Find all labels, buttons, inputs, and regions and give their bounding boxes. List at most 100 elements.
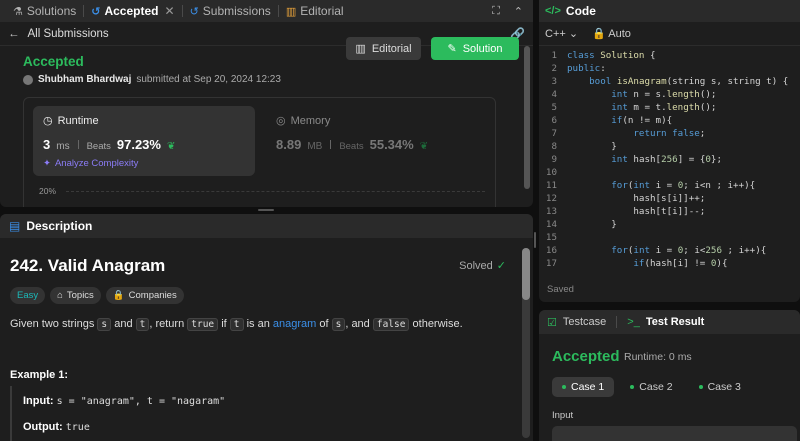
line-number: 2	[551, 63, 557, 74]
code-line[interactable]: 16 for(int i = 0; i< 256 ; i++){	[539, 245, 800, 258]
code-header[interactable]: </> Code	[539, 0, 800, 22]
book-icon: ▥	[285, 5, 297, 18]
example-output-label: Output:	[23, 421, 63, 433]
code-token: int	[633, 180, 656, 191]
document-icon: ▤	[9, 219, 21, 233]
code-token: for	[611, 180, 628, 191]
code-line[interactable]: 1 class Solution {	[539, 50, 800, 63]
statement-text: and	[111, 318, 136, 330]
code-line[interactable]: 13 hash[t[i]]--;	[539, 206, 800, 219]
submission-scrollbar[interactable]	[524, 46, 530, 189]
input-value-box[interactable]	[552, 426, 797, 441]
statement-text: if	[218, 318, 230, 330]
horizontal-resize-handle[interactable]	[258, 209, 274, 211]
memory-value: 8.89	[276, 137, 302, 152]
submitter-name[interactable]: Shubham Bhardwaj	[38, 74, 131, 85]
anagram-link[interactable]: anagram	[273, 318, 316, 330]
inline-code: t	[229, 318, 244, 331]
inline-code: t	[135, 318, 150, 331]
editorial-button[interactable]: ▥ Editorial	[346, 37, 421, 60]
auto-mode-toggle[interactable]: 🔒 Auto	[592, 27, 631, 40]
line-number: 17	[545, 258, 557, 269]
vertical-resize-handle[interactable]	[534, 232, 536, 248]
close-icon[interactable]: ✕	[165, 4, 175, 18]
analyze-complexity-label: Analyze Complexity	[54, 158, 139, 169]
tab-solutions[interactable]: ⚗ Solutions	[6, 0, 83, 22]
arrow-left-icon[interactable]: ←	[8, 28, 20, 40]
code-line[interactable]: 4 int n = s. length ();	[539, 89, 800, 102]
companies-chip[interactable]: 🔒 Companies	[105, 287, 184, 304]
code-line[interactable]: 10	[539, 167, 800, 180]
chart-gridline	[66, 191, 485, 192]
topics-chip[interactable]: ⌂ Topics	[50, 287, 101, 304]
test-header: ☑ Testcase >_ Test Result	[539, 310, 800, 334]
code-token: length	[666, 89, 700, 100]
tab-editorial[interactable]: ▥ Editorial	[279, 0, 351, 22]
description-header[interactable]: ▤ Description	[0, 214, 533, 238]
statement-text: Given two strings	[10, 318, 98, 330]
code-line[interactable]: 17 if (hash[i] != 0){	[539, 258, 800, 271]
analyze-complexity-link[interactable]: ✦ Analyze Complexity	[43, 158, 245, 169]
code-line[interactable]: 14 }	[539, 219, 800, 232]
line-number: 10	[545, 167, 557, 178]
maximize-icon[interactable]: ⛶	[492, 5, 500, 18]
case-tab-1[interactable]: Case 1	[552, 377, 615, 397]
memory-beats-label: Beats	[339, 141, 364, 152]
code-line[interactable]: 8 }	[539, 141, 800, 154]
case-tab-2[interactable]: Case 2	[620, 377, 682, 397]
code-line[interactable]: 6 if (n != m){	[539, 115, 800, 128]
code-toolbar: C++ ⌄ 🔒 Auto	[539, 22, 800, 46]
test-result-tab[interactable]: Test Result	[646, 316, 704, 328]
tab-submissions[interactable]: ↺ Submissions	[183, 0, 278, 22]
code-token: ();	[699, 89, 717, 100]
language-select[interactable]: C++ ⌄	[545, 27, 578, 40]
code-line[interactable]: 15	[539, 232, 800, 245]
avatar[interactable]	[23, 74, 33, 85]
code-token: if	[611, 115, 623, 126]
scrollbar-thumb[interactable]	[522, 248, 530, 300]
tab-accepted[interactable]: ↺ Accepted ✕	[84, 0, 181, 22]
code-token: :	[600, 63, 606, 74]
code-line[interactable]: 12 hash[s[i]]++;	[539, 193, 800, 206]
code-line[interactable]: 5 int m = t. length ();	[539, 102, 800, 115]
code-editor[interactable]: 1 class Solution {2 public: 3 bool isAnagra…	[539, 50, 800, 272]
inline-code: false	[372, 318, 410, 331]
code-token: for	[611, 245, 628, 256]
memory-title: Memory	[290, 114, 331, 127]
code-line[interactable]: 3 bool isAnagram (string s, string t) {	[539, 76, 800, 89]
code-brackets-icon: </>	[545, 5, 561, 17]
code-line[interactable]: 9 int hash[256] = {0};	[539, 154, 800, 167]
solution-button[interactable]: ✎ Solution	[431, 37, 519, 60]
problem-tags: Easy ⌂ Topics 🔒 Companies	[10, 287, 184, 304]
runtime-box[interactable]: ◷ Runtime 3 ms Beats 97.23% ❦ ✦ Analyze …	[33, 106, 255, 176]
code-token: ; i++){	[722, 245, 767, 256]
flask-icon: ⚗	[13, 5, 23, 18]
book-icon: ▥	[355, 43, 366, 55]
case-tab-3[interactable]: Case 3	[689, 377, 751, 397]
chevron-up-icon[interactable]: ⌃	[514, 5, 523, 18]
pass-dot-icon	[562, 385, 566, 389]
code-line[interactable]: 2 public:	[539, 63, 800, 76]
solution-button-label: Solution	[462, 42, 503, 55]
language-select-label: C++	[545, 28, 566, 40]
code-token: length	[666, 102, 700, 113]
memory-box[interactable]: ◎ Memory 8.89 MB Beats 55.34% ❦	[272, 106, 482, 176]
statement-text: , return	[149, 318, 188, 330]
description-scrollbar[interactable]	[522, 248, 530, 438]
checkbox-icon: ☑	[547, 316, 557, 329]
line-number: 11	[545, 180, 557, 191]
solved-label: Solved	[459, 259, 493, 272]
all-submissions-link[interactable]: All Submissions	[28, 28, 109, 40]
code-line[interactable]: 11 for(int i = 0; i<n ; i++){	[539, 180, 800, 193]
description-header-label: Description	[26, 219, 93, 233]
line-number: 1	[551, 50, 557, 61]
code-panel: </> Code C++ ⌄ 🔒 Auto 1 class Solution {2…	[539, 0, 800, 302]
submission-tabbar: ⚗ Solutions ↺ Accepted ✕ ↺ Submissions ▥…	[0, 0, 533, 22]
terminal-icon: >_	[627, 316, 640, 328]
code-line[interactable]: 7 return false;	[539, 128, 800, 141]
testcase-tab[interactable]: Testcase	[563, 316, 606, 328]
code-token: };	[710, 154, 722, 165]
